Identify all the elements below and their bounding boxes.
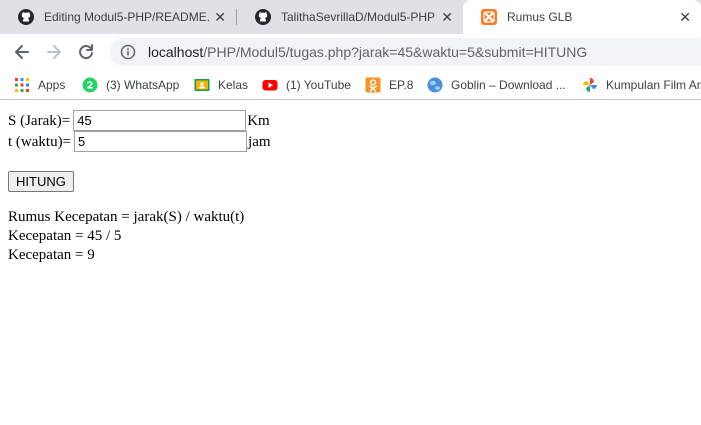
bookmark-youtube[interactable]: (1) YouTube [262,76,351,94]
bookmark-kumpulan-film[interactable]: Kumpulan Film An [582,76,701,94]
url-text[interactable]: localhost/PHP/Modul5/tugas.php?jarak=45&… [148,44,587,60]
whatsapp-icon: 2 [82,77,98,93]
formula-text: Rumus Kecepatan = jarak(S) / waktu(t) [8,209,245,225]
globe-icon [427,77,443,93]
bookmark-label: Apps [38,78,66,92]
bookmark-label: (3) WhatsApp [106,78,180,92]
bookmarks-bar: Apps 2 (3) WhatsApp Kelas (1) YouTube EP… [0,70,701,100]
url-path: /PHP/Modul5/tugas.php?jarak=45&waktu=5&s… [203,44,588,60]
waktu-label: t (waktu)= [8,133,72,150]
tab-rumus-glb[interactable]: Rumus GLB ✕ [463,0,701,34]
waktu-input[interactable] [74,131,248,152]
reload-icon[interactable] [76,42,96,62]
tab-label: Rumus GLB [507,10,573,24]
bookmark-label: Kelas [218,78,249,92]
answer-text: Kecepatan = 9 [8,247,95,263]
jarak-input[interactable] [73,110,247,131]
bookmark-label: Kumpulan Film An [606,78,701,92]
browser-toolbar: localhost/PHP/Modul5/tugas.php?jarak=45&… [0,34,701,70]
page-content: S (Jarak)= Km t (waktu)= jam HITUNG Rumu… [8,110,688,265]
bookmark-label: Goblin – Download ... [451,78,566,92]
substitution-text: Kecepatan = 45 / 5 [8,228,122,244]
xampp-icon [481,9,497,25]
hitung-button[interactable]: HITUNG [8,171,74,192]
close-tab-icon[interactable]: ✕ [214,9,226,25]
youtube-icon [262,80,278,91]
pinwheel-icon [583,78,597,92]
bookmark-whatsapp[interactable]: 2 (3) WhatsApp [82,76,179,94]
bookmark-goblin[interactable]: Goblin – Download ... [427,76,566,94]
bookmark-ep8[interactable]: EP.8 [365,76,413,94]
glb-form: S (Jarak)= Km t (waktu)= jam HITUNG [8,110,688,192]
waktu-row: t (waktu)= jam [8,131,688,152]
apps-grid-icon [15,78,29,92]
svg-text:2: 2 [87,81,94,92]
jarak-unit: Km [247,112,270,129]
tab-label: Editing Modul5-PHP/README. [44,10,211,24]
back-arrow-icon[interactable] [12,42,32,62]
tab-strip: Editing Modul5-PHP/README. ✕ TalithaSevr… [0,0,701,34]
close-tab-icon[interactable]: ✕ [679,9,691,25]
jarak-label: S (Jarak)= [8,112,71,129]
waktu-unit: jam [248,133,271,150]
classroom-icon [194,79,210,91]
bookmark-kelas[interactable]: Kelas [194,76,248,94]
github-icon [255,9,271,25]
forward-arrow-icon[interactable] [44,42,64,62]
tab-modul5-repo[interactable]: TalithaSevrillaD/Modul5-PHP ✕ [237,0,463,34]
bookmark-label: (1) YouTube [286,78,351,92]
bookmark-label: EP.8 [389,78,414,92]
jarak-row: S (Jarak)= Km [8,110,688,131]
tab-label: TalithaSevrillaD/Modul5-PHP [281,10,436,24]
close-tab-icon[interactable]: ✕ [441,9,453,25]
github-icon [18,9,34,25]
bookmark-apps[interactable]: Apps [14,76,65,94]
tab-editing-readme[interactable]: Editing Modul5-PHP/README. ✕ [0,0,236,34]
result-block: Rumus Kecepatan = jarak(S) / waktu(t) Ke… [8,208,688,265]
address-bar[interactable]: localhost/PHP/Modul5/tugas.php?jarak=45&… [110,38,701,66]
ok-icon [365,77,381,93]
info-icon[interactable] [120,44,136,60]
url-host: localhost [148,44,204,60]
